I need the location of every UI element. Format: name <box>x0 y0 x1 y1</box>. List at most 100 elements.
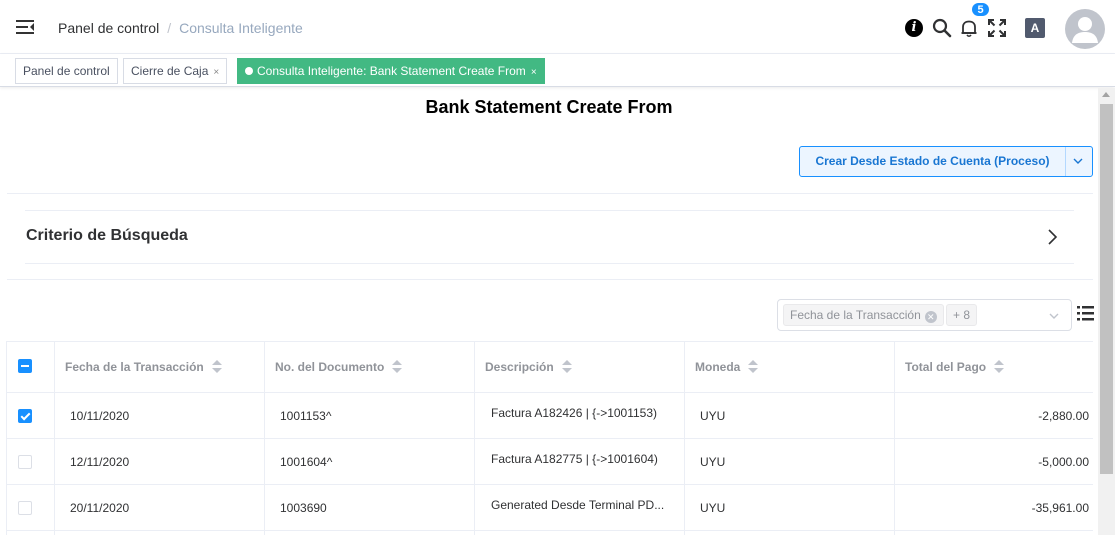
sort-icon[interactable] <box>392 360 403 374</box>
breadcrumb-separator: / <box>167 20 172 36</box>
active-dot-icon <box>245 67 253 75</box>
row-select-cell <box>7 439 55 485</box>
date-value: 12/11/2020 <box>70 455 130 469</box>
search-icon[interactable] <box>932 18 952 38</box>
chip-label: Fecha de la Transacción <box>790 308 921 322</box>
row-checkbox[interactable] <box>18 455 32 469</box>
date-value: 10/11/2020 <box>70 409 130 423</box>
fullscreen-icon[interactable] <box>987 18 1007 38</box>
date-cell <box>55 531 265 535</box>
document-value: 1001604^ <box>280 455 333 469</box>
close-icon[interactable]: × <box>213 67 219 78</box>
total-cell: -2,880.00 <box>895 393 1093 439</box>
description-cell: Factura A182426 | {->1001153) <box>475 393 685 439</box>
row-select-cell <box>7 485 55 531</box>
columns-select[interactable]: Fecha de la Transacción ✕ + 8 <box>777 299 1072 331</box>
tab-consulta-inteligente[interactable]: Consulta Inteligente: Bank Statement Cre… <box>237 58 545 84</box>
bell-icon[interactable] <box>959 18 979 38</box>
hamburger-icon[interactable] <box>16 18 34 36</box>
description-value: Factura A182775 | {->1001604) <box>491 452 658 466</box>
more-columns-chip: + 8 <box>946 304 978 326</box>
table-row[interactable]: 10/11/2020 1001153^ Factura A182426 | {-… <box>7 393 1094 439</box>
button-divider <box>1065 147 1066 176</box>
translate-icon[interactable]: A <box>1025 18 1045 38</box>
sort-icon[interactable] <box>994 360 1005 374</box>
row-select-cell <box>7 393 55 439</box>
description-value: Factura A182426 | {->1001153) <box>491 406 658 420</box>
header-cell-currency[interactable]: Moneda <box>685 342 895 393</box>
scroll-up-arrow-icon[interactable] <box>1102 92 1110 97</box>
header-cell-description[interactable]: Descripción <box>475 342 685 393</box>
tab-panel-de-control[interactable]: Panel de control <box>15 58 118 84</box>
breadcrumb-current: Consulta Inteligente <box>179 20 303 36</box>
currency-cell: UYU <box>685 393 895 439</box>
column-header-total: Total del Pago <box>905 360 987 374</box>
date-cell: 12/11/2020 <box>55 439 265 485</box>
document-value: 1003690 <box>280 501 327 515</box>
tab-cierre-de-caja[interactable]: Cierre de Caja × <box>123 58 228 84</box>
currency-cell <box>685 531 895 535</box>
column-header-document: No. del Documento <box>275 360 385 374</box>
row-checkbox[interactable] <box>18 409 32 423</box>
description-value: Generated Desde Terminal PD... <box>491 498 665 512</box>
close-icon[interactable]: ✕ <box>924 311 937 323</box>
sort-icon[interactable] <box>748 360 759 374</box>
total-cell: -35,961.00 <box>895 485 1093 531</box>
header-cell-select <box>7 342 55 393</box>
process-button-label[interactable]: Crear Desde Estado de Cuenta (Proceso) <box>800 147 1065 176</box>
column-header-date: Fecha de la Transacción <box>65 360 204 374</box>
total-cell: -5,000.00 <box>895 439 1093 485</box>
header-cell-date[interactable]: Fecha de la Transacción <box>55 342 265 393</box>
search-criteria-collapse[interactable]: Criterio de Búsqueda <box>25 210 1074 264</box>
chevron-down-icon[interactable] <box>1048 310 1060 322</box>
date-cell: 10/11/2020 <box>55 393 265 439</box>
data-table: Fecha de la Transacción No. del Document… <box>6 341 1093 535</box>
document-cell: 1001153^ <box>265 393 475 439</box>
select-all-checkbox[interactable] <box>18 359 32 373</box>
divider <box>7 279 1093 280</box>
table-header-row: Fecha de la Transacción No. del Document… <box>7 342 1094 393</box>
vertical-scrollbar[interactable] <box>1098 88 1115 535</box>
top-navbar: Panel de control / Consulta Inteligente i … <box>0 0 1115 54</box>
close-icon[interactable]: × <box>531 67 537 78</box>
tags-view-bar: Panel de control Cierre de Caja × Consult… <box>0 54 1115 87</box>
total-cell <box>895 531 1093 535</box>
process-dropdown-button[interactable]: Crear Desde Estado de Cuenta (Proceso) <box>799 146 1093 177</box>
total-value: -5,000.00 <box>1038 455 1089 469</box>
search-criteria-title: Criterio de Búsqueda <box>26 227 188 244</box>
sort-icon[interactable] <box>561 360 572 374</box>
column-chip: Fecha de la Transacción ✕ <box>783 304 944 326</box>
breadcrumb: Panel de control / Consulta Inteligente <box>58 20 303 36</box>
chevron-down-icon[interactable] <box>1071 154 1085 168</box>
description-cell <box>475 531 685 535</box>
description-cell: Generated Desde Terminal PD... <box>475 485 685 531</box>
tab-label: Cierre de Caja <box>131 64 209 78</box>
date-cell: 20/11/2020 <box>55 485 265 531</box>
currency-value: UYU <box>700 501 726 515</box>
notification-badge: 5 <box>971 2 990 17</box>
chevron-right-icon[interactable] <box>1044 228 1060 246</box>
table-row-partial <box>7 531 1094 535</box>
row-checkbox[interactable] <box>18 501 32 515</box>
currency-value: UYU <box>700 455 726 469</box>
column-header-currency: Moneda <box>695 360 741 374</box>
description-cell: Factura A182775 | {->1001604) <box>475 439 685 485</box>
header-cell-document[interactable]: No. del Documento <box>265 342 475 393</box>
header-cell-total[interactable]: Total del Pago <box>895 342 1093 393</box>
row-select-cell <box>7 531 55 535</box>
total-value: -35,961.00 <box>1031 501 1089 515</box>
avatar[interactable] <box>1065 9 1105 49</box>
document-cell: 1003690 <box>265 485 475 531</box>
sort-icon[interactable] <box>211 360 222 374</box>
currency-cell: UYU <box>685 485 895 531</box>
currency-cell: UYU <box>685 439 895 485</box>
info-icon[interactable]: i <box>905 19 923 37</box>
divider <box>7 193 1093 194</box>
table-row[interactable]: 12/11/2020 1001604^ Factura A182775 | {-… <box>7 439 1094 485</box>
table-row[interactable]: 20/11/2020 1003690 Generated Desde Termi… <box>7 485 1094 531</box>
tab-label: Consulta Inteligente: Bank Statement Cre… <box>257 64 526 78</box>
avatar-icon <box>1072 17 1098 43</box>
breadcrumb-home[interactable]: Panel de control <box>58 20 159 36</box>
list-icon[interactable] <box>1077 305 1094 322</box>
scroll-thumb[interactable] <box>1100 104 1113 474</box>
